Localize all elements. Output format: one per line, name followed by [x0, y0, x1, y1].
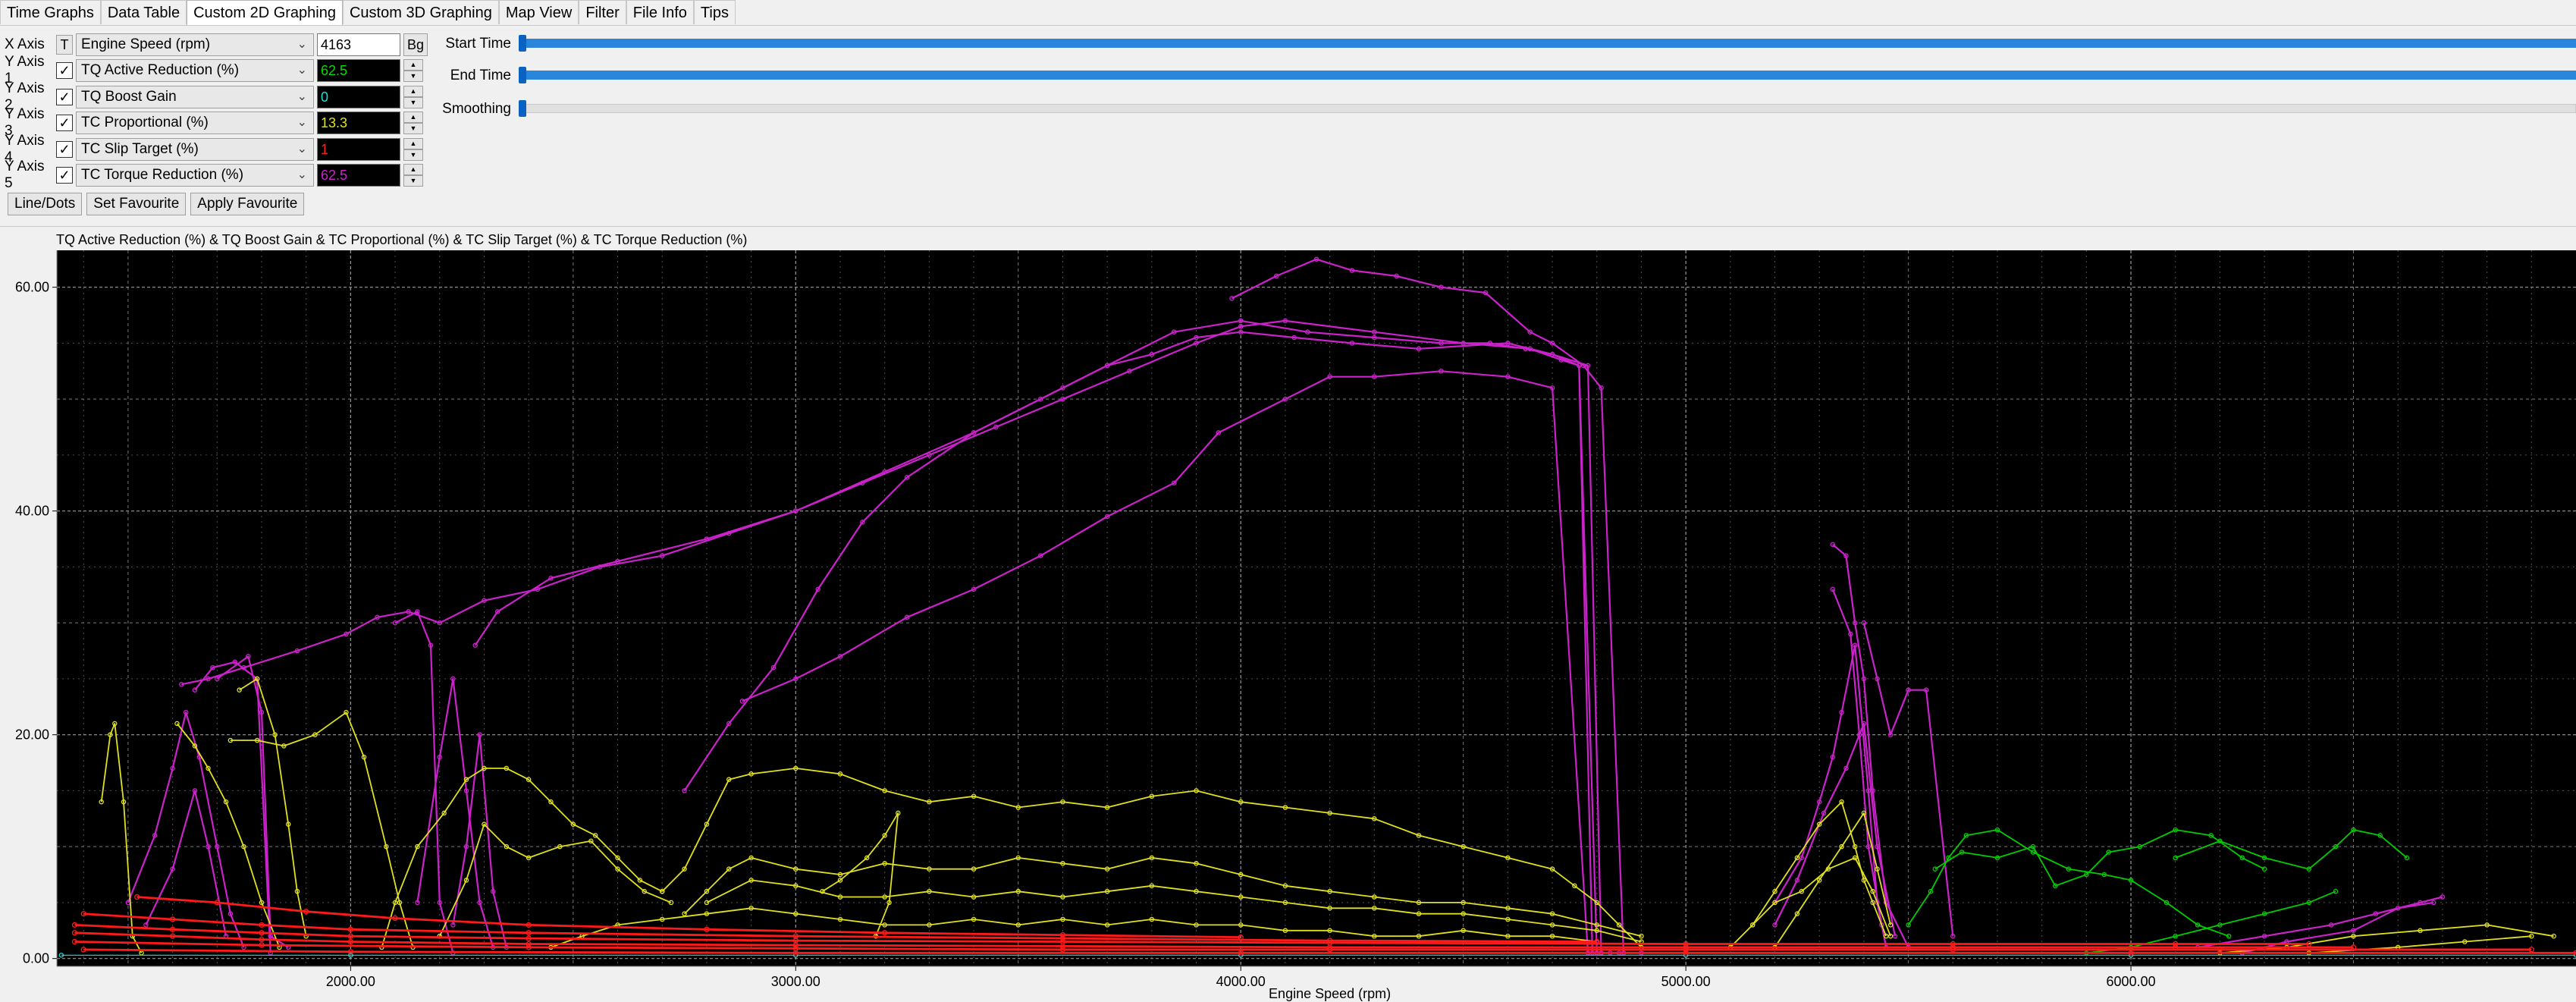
spin-down-icon[interactable]: ▼	[403, 175, 423, 187]
x-tick-label: 5000.00	[1661, 974, 1711, 989]
y-tick-label: 20.00	[15, 727, 49, 743]
smoothing-handle[interactable]	[519, 100, 526, 117]
start-time-slider[interactable]	[522, 39, 2576, 48]
y-axis-5-value-field[interactable]: 62.5	[317, 164, 400, 187]
tab-file-info[interactable]: File Info	[626, 0, 694, 24]
set-favourite-button[interactable]: Set Favourite	[86, 193, 187, 215]
y-axis-4-value-field[interactable]: 1	[317, 138, 400, 161]
y-axis-1-checkbox[interactable]: ✓	[56, 62, 73, 79]
x-tick-label: 4000.00	[1216, 974, 1266, 989]
smoothing-label: Smoothing	[442, 101, 511, 117]
background-button[interactable]: Bg	[403, 33, 428, 56]
checkmark-icon: ✓	[58, 63, 71, 78]
end-time-label: End Time	[450, 68, 511, 83]
chevron-down-icon: ⌄	[297, 90, 307, 103]
spin-down-icon[interactable]: ▼	[403, 123, 423, 134]
chevron-down-icon: ⌄	[297, 64, 307, 77]
y-axis-1-channel-select[interactable]: TQ Active Reduction (%) ⌄	[76, 59, 314, 82]
spin-up-icon[interactable]: ▲	[403, 164, 423, 175]
tab-map-view[interactable]: Map View	[498, 0, 579, 24]
tab-divider	[0, 25, 2576, 26]
panel-divider	[0, 226, 2576, 227]
chart-title: TQ Active Reduction (%) & TQ Boost Gain …	[56, 232, 748, 247]
y-axis-3-value-field[interactable]: 13.3	[317, 112, 400, 134]
x-axis-label: X Axis	[5, 36, 45, 52]
plot-background	[57, 250, 2576, 966]
x-tick-label: 6000.00	[2107, 974, 2156, 989]
y-tick-label: 0.00	[23, 951, 49, 966]
y-axis-4-channel-select[interactable]: TC Slip Target (%) ⌄	[76, 138, 314, 161]
x-axis-channel-select[interactable]: Engine Speed (rpm) ⌄	[76, 33, 314, 56]
x-axis-toggle-button[interactable]: T	[56, 35, 73, 55]
spin-up-icon[interactable]: ▲	[403, 112, 423, 123]
start-time-handle[interactable]	[519, 35, 526, 52]
apply-favourite-button[interactable]: Apply Favourite	[190, 193, 305, 215]
y-axis-label: Y Axis 5	[5, 159, 45, 191]
y-axis-2-channel-select[interactable]: TQ Boost Gain ⌄	[76, 86, 314, 108]
x-axis-row: X Axis T Engine Speed (rpm) ⌄ 4163 Bg	[0, 32, 428, 58]
end-time-handle[interactable]	[519, 67, 526, 83]
tab-strip: Time Graphs Data Table Custom 2D Graphin…	[0, 0, 736, 26]
spin-down-icon[interactable]: ▼	[403, 71, 423, 82]
start-time-label: Start Time	[445, 36, 511, 52]
spin-up-icon[interactable]: ▲	[403, 59, 423, 71]
y-axis-2-value-field[interactable]: 0	[317, 86, 400, 108]
spin-up-icon[interactable]: ▲	[403, 138, 423, 149]
scatter-chart[interactable]: 0.00 20.00 40.00 60.00 2000.00 3000.00 4000.00…	[0, 247, 2576, 1002]
y-axis-4-spinner[interactable]: ▲ ▼	[403, 138, 423, 161]
tab-time-graphs[interactable]: Time Graphs	[0, 0, 101, 24]
checkmark-icon: ✓	[58, 168, 71, 183]
chevron-down-icon: ⌄	[297, 143, 307, 155]
y-axis-channel-value: TC Slip Target (%)	[81, 141, 199, 157]
checkmark-icon: ✓	[58, 142, 71, 157]
tab-custom-2d-graphing[interactable]: Custom 2D Graphing	[187, 0, 343, 26]
chevron-down-icon: ⌄	[297, 116, 307, 129]
y-axis-row-2: Y Axis 2 ✓ TQ Boost Gain ⌄ 0 ▲ ▼	[0, 80, 423, 113]
spin-up-icon[interactable]: ▲	[403, 86, 423, 97]
x-axis-value-field[interactable]: 4163	[317, 33, 400, 56]
y-axis-channel-value: TQ Boost Gain	[81, 89, 177, 105]
y-axis-channel-value: TC Torque Reduction (%)	[81, 167, 244, 183]
y-axis-channel-value: TQ Active Reduction (%)	[81, 62, 240, 78]
line-dots-button[interactable]: Line/Dots	[8, 193, 83, 215]
y-axis-5-spinner[interactable]: ▲ ▼	[403, 164, 423, 187]
x-axis-label: Engine Speed (rpm)	[1269, 986, 1391, 1001]
spin-down-icon[interactable]: ▼	[403, 97, 423, 108]
checkmark-icon: ✓	[58, 115, 71, 130]
tab-tips[interactable]: Tips	[693, 0, 736, 24]
x-tick-label: 3000.00	[771, 974, 820, 989]
spin-down-icon[interactable]: ▼	[403, 149, 423, 161]
tab-data-table[interactable]: Data Table	[100, 0, 187, 24]
y-tick-label: 60.00	[15, 280, 49, 295]
y-axis-row-1: Y Axis 1 ✓ TQ Active Reduction (%) ⌄ 62.…	[0, 54, 423, 86]
y-axis-3-checkbox[interactable]: ✓	[56, 115, 73, 131]
smoothing-slider[interactable]	[522, 104, 2576, 113]
y-axis-row-3: Y Axis 3 ✓ TC Proportional (%) ⌄ 13.3 ▲ ▼	[0, 106, 423, 139]
y-axis-channel-value: TC Proportional (%)	[81, 115, 209, 130]
y-axis-1-value-field[interactable]: 62.5	[317, 59, 400, 82]
y-axis-1-spinner[interactable]: ▲ ▼	[403, 59, 423, 82]
y-axis-2-checkbox[interactable]: ✓	[56, 89, 73, 105]
graph-button-row: Line/Dots Set Favourite Apply Favourite	[8, 193, 305, 215]
x-axis-channel-value: Engine Speed (rpm)	[81, 36, 211, 52]
tab-custom-3d-graphing[interactable]: Custom 3D Graphing	[342, 0, 499, 24]
y-tick-label: 40.00	[15, 504, 49, 519]
y-axis-row-4: Y Axis 4 ✓ TC Slip Target (%) ⌄ 1 ▲ ▼	[0, 133, 423, 165]
chevron-down-icon: ⌄	[297, 168, 307, 181]
y-axis-5-checkbox[interactable]: ✓	[56, 167, 73, 184]
end-time-slider[interactable]	[522, 71, 2576, 80]
y-axis-row-5: Y Axis 5 ✓ TC Torque Reduction (%) ⌄ 62.…	[0, 159, 423, 191]
chevron-down-icon: ⌄	[297, 38, 307, 51]
y-axis-3-channel-select[interactable]: TC Proportional (%) ⌄	[76, 112, 314, 134]
y-axis-4-checkbox[interactable]: ✓	[56, 141, 73, 158]
checkmark-icon: ✓	[58, 90, 71, 105]
y-axis-3-spinner[interactable]: ▲ ▼	[403, 112, 423, 134]
tab-filter[interactable]: Filter	[579, 0, 626, 24]
y-axis-2-spinner[interactable]: ▲ ▼	[403, 86, 423, 108]
x-tick-label: 2000.00	[326, 974, 375, 989]
y-axis-5-channel-select[interactable]: TC Torque Reduction (%) ⌄	[76, 164, 314, 187]
